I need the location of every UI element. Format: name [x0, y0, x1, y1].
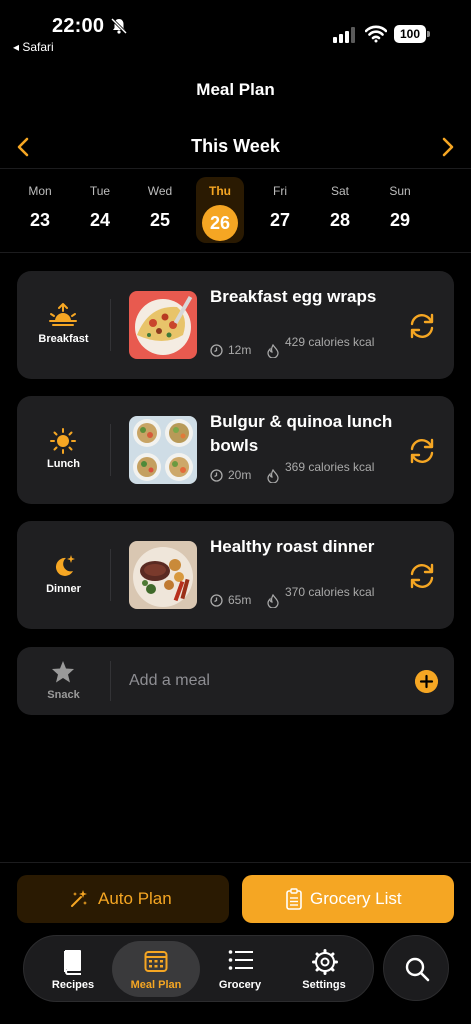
search-button[interactable]: [383, 935, 449, 1001]
meal-slot-label: Dinner: [46, 583, 81, 595]
star-icon: [52, 661, 74, 683]
meal-slot: Breakfast: [17, 271, 110, 379]
meal-card-snack[interactable]: Snack Add a meal: [17, 647, 454, 715]
day-number: 23: [29, 210, 51, 230]
day-sun[interactable]: Sun 29: [376, 177, 424, 243]
auto-plan-button[interactable]: Auto Plan: [17, 875, 229, 923]
divider: [0, 168, 471, 169]
prep-time: 65m: [210, 593, 251, 607]
tab-grocery[interactable]: Grocery: [196, 941, 284, 997]
tab-meal-plan[interactable]: Meal Plan: [112, 941, 200, 997]
grocery-list-button[interactable]: Grocery List: [242, 875, 454, 923]
meal-title: Bulgur & quinoa lunch bowls: [210, 412, 393, 455]
calories-value: 370 calories kcal: [285, 585, 375, 599]
flame-icon: [267, 344, 279, 358]
meal-slot: Lunch: [17, 396, 110, 504]
meal-card-breakfast[interactable]: Breakfast Breakfast egg wraps 12m 429 ca…: [17, 271, 454, 379]
divider: [0, 252, 471, 253]
wifi-icon: [365, 25, 387, 43]
day-number: 25: [149, 210, 171, 230]
meal-thumbnail: [129, 291, 197, 359]
week-label: This Week: [191, 136, 280, 156]
day-name: Sun: [389, 184, 411, 198]
calories-value: 369 calories kcal: [285, 460, 375, 474]
day-thu[interactable]: Thu 26: [196, 177, 244, 243]
battery-icon: 100: [394, 25, 430, 43]
swap-meal-icon[interactable]: [407, 311, 437, 341]
day-selector: Mon 23 Tue 24 Wed 25 Thu 26 Fri 27 Sat 2…: [0, 177, 471, 245]
book-icon: [64, 950, 81, 975]
meal-slot: Dinner: [17, 521, 110, 629]
tab-recipes[interactable]: Recipes: [29, 941, 117, 997]
list-icon: [228, 950, 253, 970]
day-name: Thu: [209, 184, 231, 198]
meal-thumbnail: [129, 541, 197, 609]
clock-icon: [210, 469, 223, 482]
tab-label: Settings: [302, 979, 346, 991]
chevron-right-icon[interactable]: [435, 135, 459, 159]
page-title: Meal Plan: [196, 80, 275, 99]
tab-label: Recipes: [51, 979, 95, 991]
meal-slot-label: Breakfast: [38, 333, 89, 345]
meal-card-lunch[interactable]: Lunch Bulgur & quinoa lunch bowls 20m 36…: [17, 396, 454, 504]
day-name: Mon: [28, 184, 52, 198]
day-wed[interactable]: Wed 25: [136, 177, 184, 243]
tab-label: Meal Plan: [130, 979, 182, 991]
add-meal-placeholder[interactable]: Add a meal: [129, 672, 210, 690]
calories-value: 429 calories kcal: [285, 335, 375, 349]
meal-card-dinner[interactable]: Dinner Healthy roast dinner 65m 370 calo…: [17, 521, 454, 629]
day-sat[interactable]: Sat 28: [316, 177, 364, 243]
magic-wand-icon: [71, 890, 87, 907]
day-number: 28: [329, 210, 351, 230]
back-to-safari[interactable]: ◂ Safari: [13, 40, 54, 54]
day-tue[interactable]: Tue 24: [76, 177, 124, 243]
meal-title: Breakfast egg wraps: [210, 287, 377, 306]
tab-settings[interactable]: Settings: [280, 941, 368, 997]
flame-icon: [267, 469, 279, 483]
day-number: 29: [389, 210, 411, 230]
swap-meal-icon[interactable]: [407, 436, 437, 466]
tab-bar: Recipes Meal Plan Grocery Settings: [23, 935, 374, 1002]
meal-slot-label: Snack: [47, 689, 80, 701]
gear-icon: [312, 949, 338, 975]
meal-slot-label: Lunch: [47, 458, 80, 470]
day-name: Wed: [147, 184, 173, 198]
prep-time: 20m: [210, 468, 251, 482]
day-number: 26: [202, 205, 238, 241]
signal-icon: [333, 27, 355, 43]
bell-slash-icon: [110, 17, 128, 35]
day-number: 27: [269, 210, 291, 230]
sunrise-icon: [49, 303, 77, 326]
flame-icon: [267, 594, 279, 608]
prep-time-value: 65m: [228, 593, 252, 607]
prep-time: 12m: [210, 343, 251, 357]
day-name: Tue: [89, 184, 111, 198]
tab-label: Grocery: [218, 979, 262, 991]
clipboard-icon: [286, 888, 302, 910]
moon-icon: [55, 555, 75, 576]
grocery-list-label: Grocery List: [310, 889, 402, 908]
add-icon[interactable]: [415, 670, 438, 693]
day-fri[interactable]: Fri 27: [256, 177, 304, 243]
day-name: Fri: [273, 184, 287, 198]
meal-thumbnail: [129, 416, 197, 484]
clock-icon: [210, 594, 223, 607]
sun-icon: [50, 428, 76, 454]
divider: [0, 862, 471, 863]
meal-title: Healthy roast dinner: [210, 537, 375, 556]
day-number: 24: [89, 210, 111, 230]
meal-slot: Snack: [17, 647, 110, 715]
day-mon[interactable]: Mon 23: [16, 177, 64, 243]
swap-meal-icon[interactable]: [407, 561, 437, 591]
status-bar: 22:00 ◂ Safari 100: [0, 0, 471, 62]
day-name: Sat: [330, 184, 349, 198]
calendar-icon: [144, 951, 168, 972]
search-icon: [405, 957, 430, 982]
prep-time-value: 20m: [228, 468, 252, 482]
week-navigator: This Week: [0, 132, 471, 162]
clock-icon: [210, 344, 223, 357]
prep-time-value: 12m: [228, 343, 252, 357]
auto-plan-label: Auto Plan: [98, 889, 172, 908]
status-time: 22:00: [52, 15, 105, 37]
